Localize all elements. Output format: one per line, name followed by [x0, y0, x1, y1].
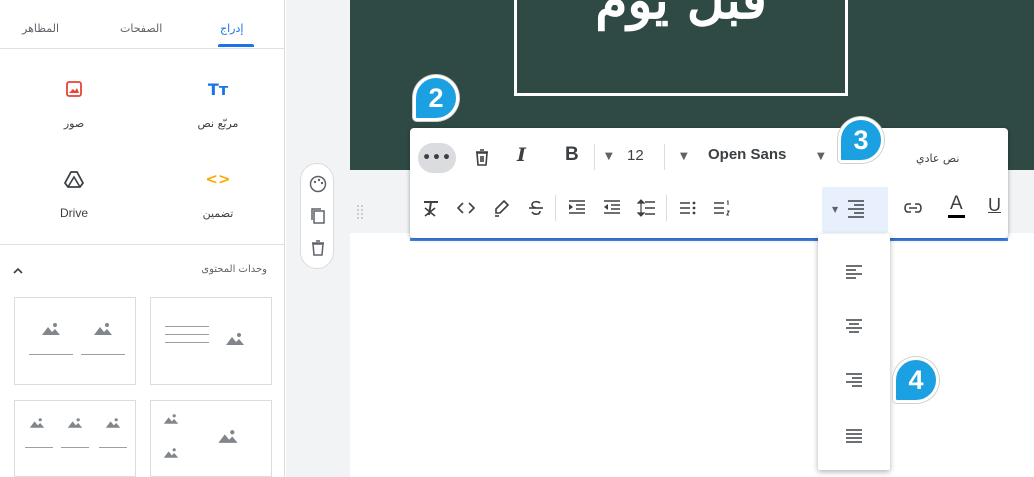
sidebar: إدراج الصفحات المظاهر Tт مربّع نص صور <>…: [0, 0, 285, 477]
divider: [555, 195, 556, 221]
highlighter-icon[interactable]: [491, 198, 511, 218]
step-badge-3: 3: [838, 117, 884, 163]
indent-increase-icon[interactable]: [567, 198, 587, 218]
layout-two-images[interactable]: [14, 297, 136, 385]
text-format-toolbar: [410, 128, 1008, 238]
layout-text-image[interactable]: [150, 297, 272, 385]
content-blocks-header[interactable]: وحدات المحتوى: [0, 262, 285, 282]
chevron-down-icon[interactable]: ▼: [817, 151, 825, 162]
layout-three-images[interactable]: [14, 400, 136, 477]
layout-image-grid[interactable]: [150, 400, 272, 477]
align-left-icon[interactable]: [845, 264, 863, 280]
divider: [666, 195, 667, 221]
insert-images-label: صور: [63, 117, 85, 130]
align-dropdown-menu: [818, 234, 890, 470]
insert-drive-label: Drive: [59, 206, 88, 220]
banner-title: قبل يوم: [595, 0, 767, 31]
numbered-list-icon[interactable]: [712, 198, 732, 218]
content-blocks-title: وحدات المحتوى: [201, 264, 267, 275]
italic-button[interactable]: I: [517, 144, 526, 166]
divider: [594, 144, 595, 170]
text-style-select[interactable]: نص عادي: [916, 152, 959, 165]
chevron-down-icon[interactable]: ▼: [605, 151, 613, 162]
image-placeholder-icon: [226, 333, 244, 345]
section-area[interactable]: [350, 233, 1034, 477]
align-center-icon[interactable]: [845, 318, 863, 334]
chevron-down-icon[interactable]: ▼: [832, 205, 838, 214]
divider: [664, 144, 665, 170]
insert-embed[interactable]: <> تضمين: [158, 170, 278, 221]
font-size-value[interactable]: 12: [627, 147, 644, 164]
strikethrough-icon[interactable]: [526, 198, 546, 218]
text-color-button[interactable]: A: [948, 193, 965, 218]
insert-drive[interactable]: Drive: [14, 170, 134, 221]
underline-button[interactable]: U: [988, 193, 1001, 217]
clear-formatting-icon[interactable]: [421, 198, 441, 218]
font-family-select[interactable]: Open Sans: [708, 146, 786, 163]
active-tab-indicator: [218, 44, 254, 47]
delete-icon[interactable]: [308, 238, 328, 258]
drag-handle-icon[interactable]: [356, 204, 364, 220]
align-right-icon: [848, 200, 864, 218]
embed-icon: <>: [205, 170, 231, 188]
divider: [0, 48, 285, 49]
step-badge-4: 4: [893, 357, 939, 403]
insert-embed-label: تضمين: [202, 207, 234, 220]
sidebar-tabs: إدراج الصفحات المظاهر: [0, 0, 285, 50]
bold-button[interactable]: B: [565, 144, 579, 166]
banner-title-frame: قبل يوم: [514, 0, 848, 96]
text-box-icon: Tт: [207, 80, 229, 99]
selected-text-box[interactable]: [410, 238, 1008, 241]
divider: [0, 244, 285, 245]
indent-decrease-icon[interactable]: [602, 198, 622, 218]
chevron-down-icon[interactable]: ▼: [680, 151, 688, 162]
palette-icon[interactable]: [308, 174, 328, 194]
bulleted-list-icon[interactable]: [678, 198, 698, 218]
duplicate-icon[interactable]: [308, 206, 328, 226]
step-badge-2: 2: [413, 75, 459, 121]
insert-text-box[interactable]: Tт مربّع نص: [158, 80, 278, 131]
image-icon: [14, 80, 134, 102]
trash-icon[interactable]: [472, 147, 492, 167]
tab-insert[interactable]: إدراج: [220, 22, 243, 35]
link-icon[interactable]: [902, 198, 924, 218]
insert-images[interactable]: صور: [14, 80, 134, 131]
code-icon[interactable]: [456, 198, 476, 218]
section-tools: [300, 163, 334, 269]
more-options-button[interactable]: •••: [418, 143, 456, 173]
line-spacing-icon[interactable]: [637, 198, 657, 218]
chevron-up-icon[interactable]: [12, 262, 24, 281]
tab-pages[interactable]: الصفحات: [120, 22, 162, 35]
image-placeholder-icon: [94, 323, 112, 335]
align-right-option-icon[interactable]: [845, 372, 863, 388]
drive-icon: [14, 170, 134, 192]
tab-themes[interactable]: المظاهر: [22, 22, 59, 35]
insert-text-box-label: مربّع نص: [197, 117, 239, 130]
image-placeholder-icon: [42, 323, 60, 335]
align-justify-icon[interactable]: [845, 428, 863, 444]
